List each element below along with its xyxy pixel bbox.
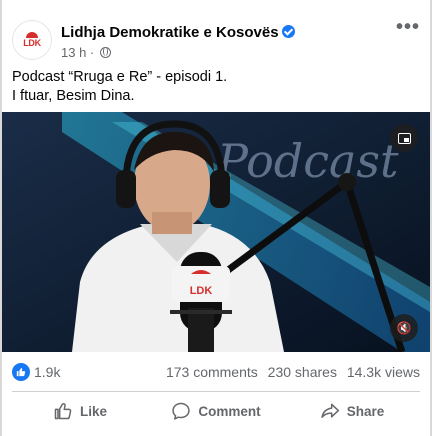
post-stats: 1.9k 173 comments 230 shares 14.3k views [12,360,420,384]
speaker-muted-icon[interactable]: 🔇 [390,314,418,342]
caption-line-2: I ftuar, Besim Dina. [12,88,135,104]
shares-count[interactable]: 230 shares [268,364,337,380]
post-meta: 13 h · [61,45,111,60]
like-button[interactable]: Like [12,396,148,426]
video-player[interactable]: Podcast LDK 🔇 [2,112,430,352]
more-options-icon[interactable]: ••• [396,17,420,37]
thumbs-up-icon [54,403,72,420]
comment-icon [172,402,191,420]
page-name-link[interactable]: Lidhja Demokratike e Kosovës [61,24,295,41]
page-name: Lidhja Demokratike e Kosovës [61,24,279,41]
like-label: Like [79,403,107,419]
actions-divider [12,391,420,392]
facebook-post: LDK Lidhja Demokratike e Kosovës 13 h · … [0,0,432,436]
picture-in-picture-icon[interactable] [390,124,418,152]
comment-button[interactable]: Comment [148,396,284,426]
avatar[interactable]: LDK [12,20,52,60]
share-label: Share [346,403,385,419]
post-header: LDK Lidhja Demokratike e Kosovës 13 h · … [12,17,420,62]
mic-logo-text: LDK [190,285,213,297]
globe-icon [99,47,111,58]
like-count[interactable]: 1.9k [34,364,60,380]
podcast-watermark: Podcast [216,134,399,188]
share-arrow-icon [321,403,339,418]
caption-line-1: Podcast “Rruga e Re” - episodi 1. [12,69,228,85]
like-reaction-icon[interactable] [12,363,30,381]
verified-badge-icon [281,25,295,38]
comment-label: Comment [198,403,261,419]
post-actions: Like Comment Share [12,396,420,426]
post-caption: Podcast “Rruga e Re” - episodi 1. I ftua… [12,68,420,106]
post-time[interactable]: 13 h [61,45,86,60]
comments-count[interactable]: 173 comments [166,364,258,380]
share-button[interactable]: Share [284,396,420,426]
video-frame-illustration: Podcast LDK [2,112,430,352]
views-count: 14.3k views [346,364,420,380]
avatar-logo-text: LDK [23,38,41,48]
